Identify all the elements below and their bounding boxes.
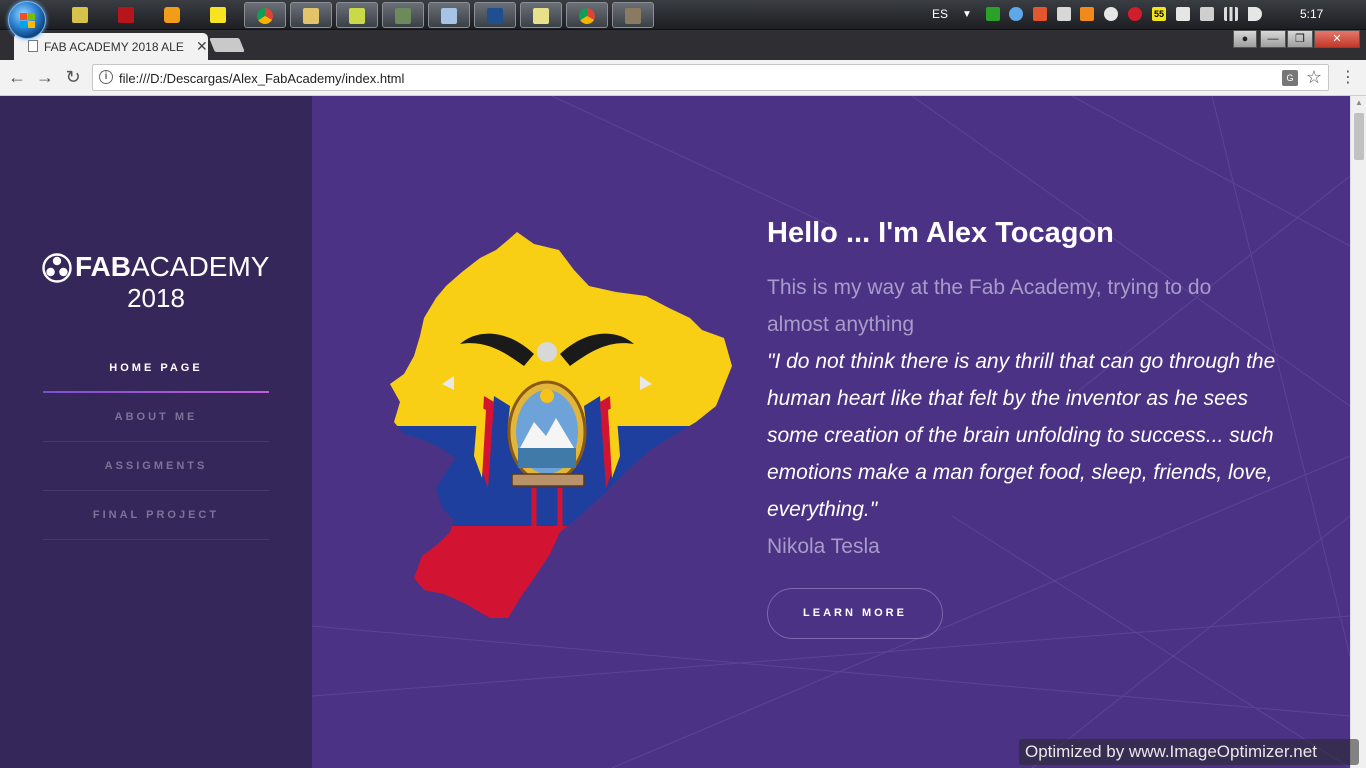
forward-arrow-icon[interactable]: → (34, 66, 56, 88)
taskbar-app-7[interactable] (336, 2, 378, 28)
back-arrow-icon[interactable]: ← (6, 66, 28, 88)
flag-icon[interactable] (1176, 7, 1190, 21)
main-hero-section: Hello ... I'm Alex Tocagon This is my wa… (312, 96, 1350, 768)
profile-icon[interactable]: ● (1233, 30, 1257, 48)
browser-menu-icon[interactable]: ⋮ (1340, 67, 1356, 87)
taskbar-filezilla[interactable] (106, 2, 148, 28)
sidebar-nav: HOME PAGE ABOUT ME ASSIGMENTS FINAL PROJ… (43, 344, 269, 540)
desktop-screen: ES ▼ 55 5:17 FAB ACADEMY 2018 ALE ✕ ● — … (0, 0, 1366, 768)
language-indicator[interactable]: ES (932, 7, 948, 21)
browser-tab[interactable]: FAB ACADEMY 2018 ALE ✕ (14, 33, 208, 60)
n-app-icon (210, 7, 226, 23)
power-icon[interactable] (1200, 7, 1214, 21)
filezilla-icon (118, 7, 134, 23)
nav-about-me[interactable]: ABOUT ME (43, 393, 269, 442)
windows-logo-icon (20, 13, 35, 28)
app-icon (395, 8, 411, 24)
new-tab-button[interactable] (209, 38, 245, 52)
app-icon (72, 7, 88, 23)
info-icon[interactable]: i (99, 70, 113, 84)
logo-academy: ACADEMY (131, 251, 270, 282)
sidebar: FABACADEMY 2018 HOME PAGE ABOUT ME ASSIG… (0, 96, 312, 768)
address-bar[interactable]: i file:///D:/Descargas/Alex_FabAcademy/i… (92, 64, 1329, 91)
media-player-icon (164, 7, 180, 23)
onedrive-icon[interactable] (1104, 7, 1118, 21)
network-icon[interactable] (1224, 7, 1238, 21)
hero-title: Hello ... I'm Alex Tocagon (767, 217, 1114, 249)
taskbar-notepad[interactable] (428, 2, 470, 28)
taskbar-app-10[interactable] (474, 2, 516, 28)
hero-subtitle: This is my way at the Fab Academy, tryin… (767, 275, 1212, 336)
folder-icon (303, 8, 319, 24)
dropbox-icon[interactable] (1057, 7, 1071, 21)
minimize-button[interactable]: — (1260, 30, 1286, 48)
taskbar-media-player[interactable] (152, 2, 194, 28)
scroll-up-arrow-icon[interactable]: ▲ (1355, 98, 1363, 107)
tray-app-icon[interactable] (986, 7, 1000, 21)
watermark-overlay: Optimized by www.ImageOptimizer.net (1019, 739, 1359, 765)
bookmark-star-icon[interactable]: ☆ (1306, 67, 1322, 88)
ecuador-flag-map (390, 232, 732, 618)
notepad-icon (441, 8, 457, 24)
chevron-down-icon[interactable]: ▼ (962, 9, 972, 20)
clock[interactable]: 5:17 (1300, 7, 1323, 21)
translate-icon[interactable]: G (1282, 70, 1298, 86)
gimp-icon (625, 8, 641, 24)
close-tab-icon[interactable]: ✕ (196, 38, 208, 55)
app-icon (349, 8, 365, 24)
nav-home-page[interactable]: HOME PAGE (43, 344, 269, 393)
tray-badge-icon[interactable]: 55 (1152, 7, 1166, 21)
page-scrollbar[interactable]: ▲ (1350, 96, 1366, 768)
browser-toolbar: ← → ↻ i file:///D:/Descargas/Alex_FabAca… (0, 60, 1366, 96)
scrollbar-thumb[interactable] (1354, 113, 1364, 160)
volume-icon[interactable] (1248, 7, 1262, 21)
app-icon (487, 8, 503, 24)
taskbar-gimp[interactable] (612, 2, 654, 28)
document-icon (28, 40, 38, 52)
mega-icon[interactable] (1128, 7, 1142, 21)
reload-icon[interactable]: ↻ (62, 66, 84, 88)
logo-text: FABACADEMY (75, 251, 269, 283)
hero-text: Hello ... I'm Alex Tocagon This is my wa… (767, 216, 1277, 565)
browser-tab-strip: FAB ACADEMY 2018 ALE ✕ ● — ❐ ✕ (0, 30, 1366, 60)
cloud-icon[interactable] (1009, 7, 1023, 21)
logo-fab: FAB (75, 251, 131, 282)
taskbar-app-8[interactable] (382, 2, 424, 28)
hero-quote: "I do not think there is any thrill that… (767, 349, 1276, 521)
taskbar-app-1[interactable] (60, 2, 102, 28)
close-window-button[interactable]: ✕ (1314, 30, 1360, 48)
taskbar-app-n[interactable] (198, 2, 240, 28)
nav-assigments[interactable]: ASSIGMENTS (43, 442, 269, 491)
nav-final-project[interactable]: FINAL PROJECT (43, 491, 269, 540)
url-text[interactable]: file:///D:/Descargas/Alex_FabAcademy/ind… (119, 71, 404, 86)
quote-author: Nikola Tesla (767, 534, 880, 558)
taskbar-chrome-2[interactable] (566, 2, 608, 28)
chrome-icon (579, 8, 595, 24)
fab-logo-icon (42, 253, 72, 283)
tab-title: FAB ACADEMY 2018 ALE (44, 40, 184, 54)
learn-more-button[interactable]: LEARN MORE (767, 588, 943, 639)
windows-taskbar: ES ▼ 55 5:17 (0, 0, 1366, 39)
app-icon (533, 8, 549, 24)
avast-icon[interactable] (1080, 7, 1094, 21)
start-button[interactable] (8, 1, 46, 39)
taskbar-app-11[interactable] (520, 2, 562, 28)
web-page: FABACADEMY 2018 HOME PAGE ABOUT ME ASSIG… (0, 96, 1350, 768)
chrome-icon (257, 8, 273, 24)
taskbar-explorer[interactable] (290, 2, 332, 28)
maximize-button[interactable]: ❐ (1287, 30, 1313, 48)
logo-year: 2018 (127, 283, 185, 313)
tray-app-icon[interactable] (1033, 7, 1047, 21)
taskbar-chrome[interactable] (244, 2, 286, 28)
